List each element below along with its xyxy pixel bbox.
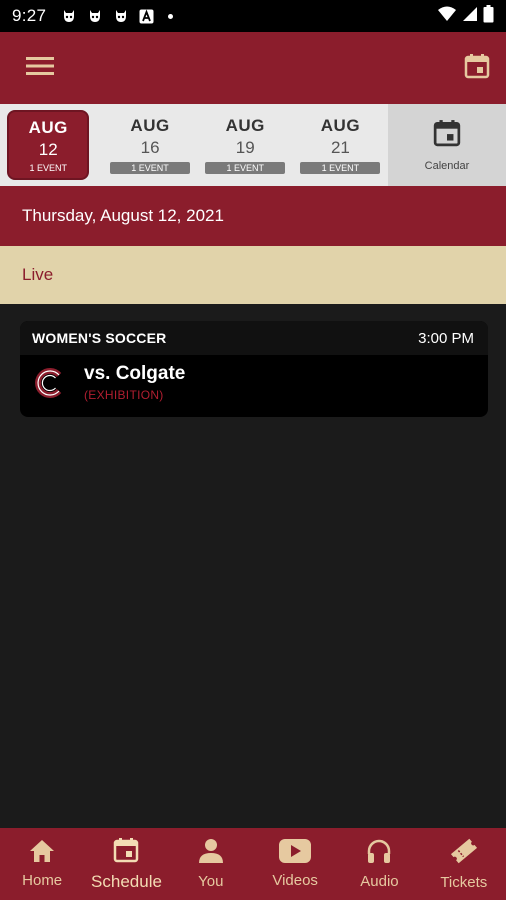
bottom-navigation: Home Schedule You Videos Audio Tickets: [0, 828, 506, 900]
app-notification-icon: [60, 8, 77, 25]
nav-you[interactable]: You: [169, 838, 253, 890]
nav-tickets[interactable]: Tickets: [422, 837, 506, 891]
date-tile-aug-12[interactable]: AUG 12 1 EVENT: [7, 110, 90, 180]
date-tile-aug-19[interactable]: AUG 19 1 EVENT: [198, 110, 293, 180]
nav-tickets-label: Tickets: [440, 874, 488, 891]
hamburger-menu-icon: [26, 56, 54, 81]
date-day: 19: [235, 138, 255, 157]
nav-home[interactable]: Home: [0, 839, 84, 889]
nav-videos-label: Videos: [272, 872, 318, 889]
app-notification-icon: [86, 8, 103, 25]
event-details: vs. Colgate (EXHIBITION): [84, 363, 185, 402]
event-note: (EXHIBITION): [84, 388, 164, 402]
status-bar: 9:27: [0, 0, 506, 32]
calendar-tile-label: Calendar: [424, 159, 470, 172]
date-tiles: AUG 12 1 EVENT AUG 16 1 EVENT AUG 19 1 E…: [0, 104, 388, 186]
event-count-badge: 1 EVENT: [205, 162, 286, 174]
calendar-event-icon: [433, 119, 461, 152]
calendar-icon: [113, 837, 139, 868]
nav-home-label: Home: [22, 872, 63, 889]
event-count-badge: 1 EVENT: [300, 162, 381, 174]
app-notification-icon: [112, 8, 129, 25]
date-tile-aug-16[interactable]: AUG 16 1 EVENT: [102, 110, 197, 180]
battery-icon: [483, 4, 494, 28]
nav-audio[interactable]: Audio: [337, 838, 421, 890]
font-notification-icon: [138, 8, 155, 25]
event-count-badge: 1 EVENT: [110, 162, 191, 174]
signal-icon: [462, 6, 477, 27]
date-tile-aug-21[interactable]: AUG 21 1 EVENT: [293, 110, 388, 180]
status-time: 9:27: [12, 6, 47, 25]
play-icon: [279, 839, 312, 868]
event-card-header: WOMEN'S SOCCER 3:00 PM: [20, 321, 488, 355]
event-card[interactable]: WOMEN'S SOCCER 3:00 PM vs. Colgate (EXHI…: [20, 321, 488, 417]
opponent-logo: [32, 366, 66, 400]
nav-audio-label: Audio: [360, 873, 399, 890]
date-day: 16: [140, 138, 160, 157]
event-card-body: vs. Colgate (EXHIBITION): [20, 355, 488, 410]
menu-button[interactable]: [26, 56, 54, 81]
app-bar: [0, 32, 506, 104]
more-notifications-dot: [168, 13, 174, 19]
date-day: 12: [38, 139, 58, 159]
event-count-badge: 1 EVENT: [29, 162, 67, 173]
date-month: AUG: [130, 116, 170, 135]
nav-schedule-label: Schedule: [91, 871, 162, 891]
calendar-button[interactable]: [464, 53, 490, 84]
system-icons: [438, 4, 494, 28]
event-opponent: vs. Colgate: [84, 363, 186, 384]
date-day: 21: [330, 138, 350, 157]
date-strip: AUG 12 1 EVENT AUG 16 1 EVENT AUG 19 1 E…: [0, 104, 506, 186]
nav-videos[interactable]: Videos: [253, 839, 337, 889]
notification-icons: [60, 8, 174, 25]
person-icon: [198, 838, 224, 869]
headphones-icon: [366, 838, 392, 869]
home-icon: [29, 839, 55, 868]
live-section-header: Live: [0, 246, 506, 304]
nav-schedule[interactable]: Schedule: [84, 837, 168, 892]
nav-you-label: You: [198, 873, 224, 890]
selected-date-header: Thursday, August 12, 2021: [0, 186, 506, 246]
ticket-icon: [449, 837, 479, 870]
date-month: AUG: [225, 116, 265, 135]
event-sport: WOMEN'S SOCCER: [32, 330, 167, 346]
calendar-event-icon: [464, 53, 490, 84]
wifi-icon: [438, 6, 456, 27]
calendar-tile[interactable]: Calendar: [388, 104, 506, 186]
date-month: AUG: [28, 117, 68, 137]
event-time: 3:00 PM: [418, 329, 474, 347]
date-month: AUG: [320, 116, 361, 135]
